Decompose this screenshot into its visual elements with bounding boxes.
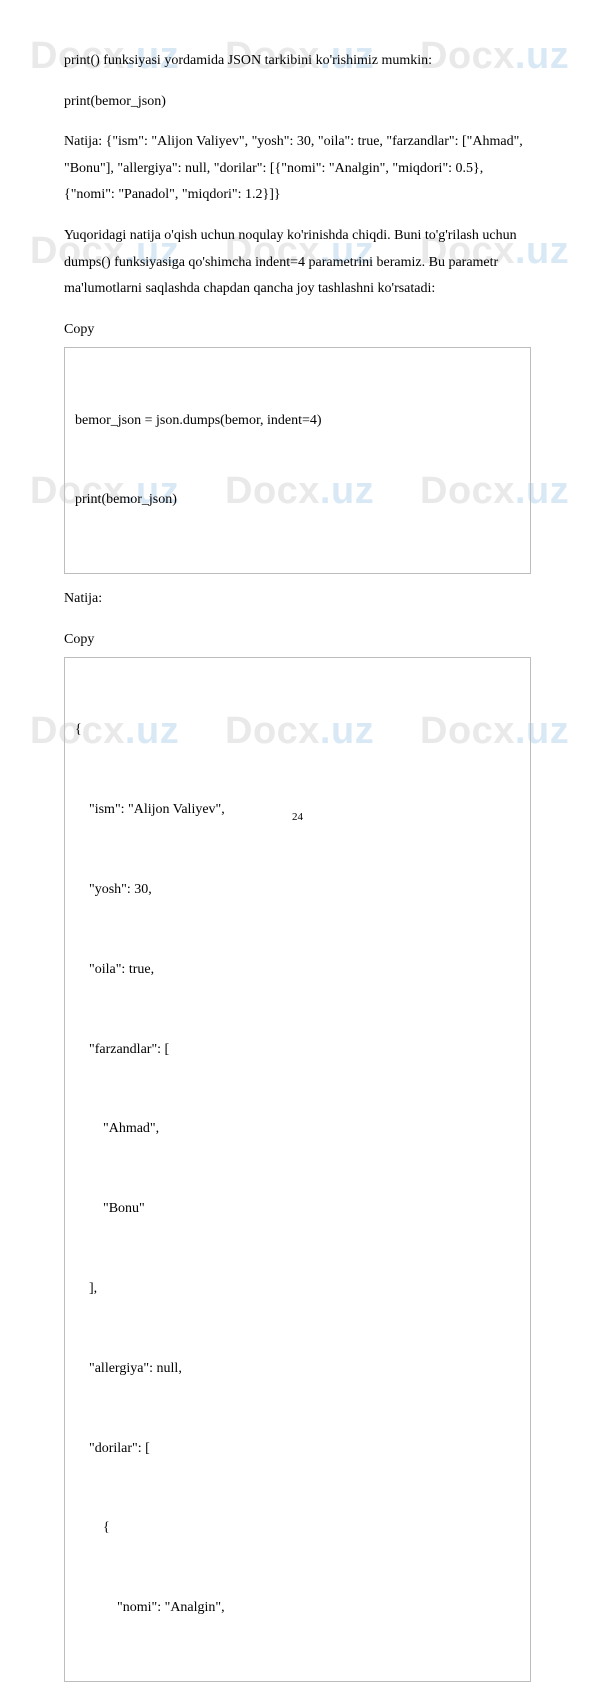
- paragraph: print() funksiyasi yordamida JSON tarkib…: [64, 48, 531, 75]
- code-line: "Bonu": [75, 1196, 520, 1223]
- code-line: print(bemor_json): [75, 487, 520, 514]
- code-line: "nomi": "Analgin",: [75, 1595, 520, 1622]
- paragraph: Natija:: [64, 586, 531, 613]
- code-line: "ism": "Alijon Valiyev",: [75, 797, 520, 824]
- paragraph: Natija: {"ism": "Alijon Valiyev", "yosh"…: [64, 129, 531, 209]
- code-line: "allergiya": null,: [75, 1356, 520, 1383]
- copy-label: Copy: [64, 627, 531, 654]
- code-line: {: [75, 1515, 520, 1542]
- paragraph: Yuqoridagi natija o'qish uchun noqulay k…: [64, 223, 531, 303]
- code-line: "yosh": 30,: [75, 877, 520, 904]
- code-block-1: bemor_json = json.dumps(bemor, indent=4)…: [64, 347, 531, 574]
- code-line: {: [75, 717, 520, 744]
- code-block-2: { "ism": "Alijon Valiyev", "yosh": 30, "…: [64, 657, 531, 1682]
- code-line: "Ahmad",: [75, 1116, 520, 1143]
- page-content: print() funksiyasi yordamida JSON tarkib…: [64, 48, 531, 1682]
- code-line: "farzandlar": [: [75, 1037, 520, 1064]
- paragraph: print(bemor_json): [64, 89, 531, 116]
- code-line: ],: [75, 1276, 520, 1303]
- code-line: bemor_json = json.dumps(bemor, indent=4): [75, 408, 520, 435]
- code-line: "oila": true,: [75, 957, 520, 984]
- copy-label: Copy: [64, 317, 531, 344]
- code-line: "dorilar": [: [75, 1436, 520, 1463]
